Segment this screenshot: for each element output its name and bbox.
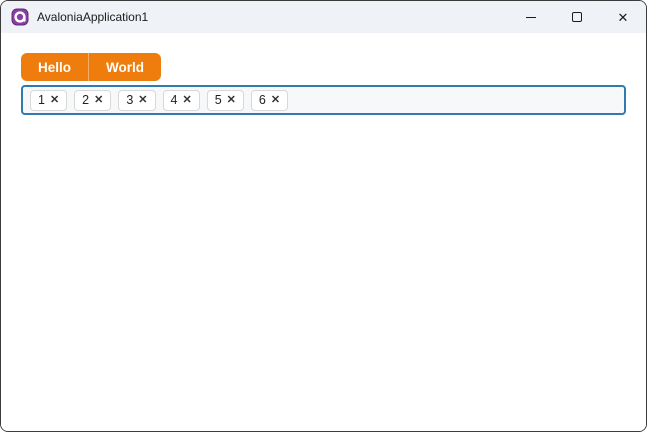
window-title: AvaloniaApplication1 <box>37 10 149 24</box>
chip-input[interactable]: 1 ✕ 2 ✕ 3 ✕ 4 ✕ 5 ✕ 6 ✕ <box>21 85 626 115</box>
chip-6: 6 ✕ <box>250 89 289 111</box>
maximize-button[interactable] <box>554 1 600 33</box>
chip-1: 1 ✕ <box>30 89 68 111</box>
chip-5-close-icon[interactable]: ✕ <box>227 94 236 106</box>
chip-5: 5 ✕ <box>206 89 244 111</box>
content-area: Hello World 1 ✕ 2 ✕ 3 ✕ 4 ✕ 5 ✕ 6 ✕ <box>1 33 646 431</box>
chip-2: 2 ✕ <box>74 89 112 111</box>
chip-3: 3 ✕ <box>118 89 156 111</box>
minimize-button[interactable] <box>508 1 554 33</box>
chip-1-label: 1 <box>38 93 45 107</box>
chip-3-close-icon[interactable]: ✕ <box>138 94 147 106</box>
tab-world-label: World <box>106 59 145 75</box>
tab-hello-label: Hello <box>38 59 72 75</box>
chip-4: 4 ✕ <box>162 89 200 111</box>
chip-5-label: 5 <box>214 93 222 107</box>
tab-world[interactable]: World <box>88 53 161 81</box>
chip-2-close-icon[interactable]: ✕ <box>94 94 103 106</box>
avalonia-logo-icon <box>11 8 29 26</box>
minimize-icon <box>526 16 536 18</box>
tab-strip: Hello World <box>21 53 162 81</box>
close-icon: ✕ <box>617 9 629 25</box>
close-button[interactable]: ✕ <box>600 1 646 33</box>
chip-3-label: 3 <box>126 93 134 107</box>
chip-6-label: 6 <box>258 93 266 107</box>
chip-6-close-icon[interactable]: ✕ <box>271 94 280 106</box>
titlebar: AvaloniaApplication1 ✕ <box>1 1 646 33</box>
chip-2-label: 2 <box>82 93 90 107</box>
chip-1-close-icon[interactable]: ✕ <box>50 94 59 106</box>
chip-4-close-icon[interactable]: ✕ <box>182 94 191 106</box>
app-window: AvaloniaApplication1 ✕ Hello World 1 ✕ 2… <box>0 0 647 432</box>
chip-4-label: 4 <box>170 93 178 107</box>
tab-hello[interactable]: Hello <box>21 53 88 81</box>
maximize-icon <box>572 12 582 22</box>
